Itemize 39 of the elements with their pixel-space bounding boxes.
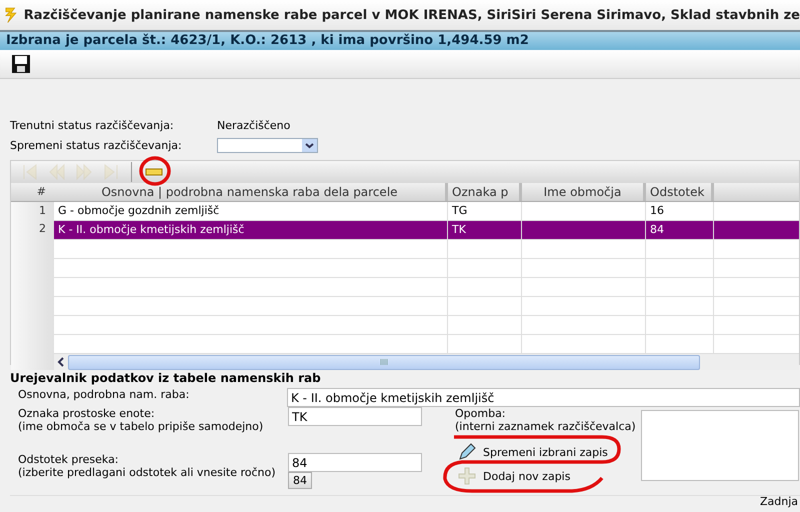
annotation-circle — [139, 156, 171, 186]
row-number: 1 — [38, 203, 47, 219]
status-label: Trenutni status razčiščevanja: — [10, 118, 175, 132]
scrollbar-thumb[interactable] — [68, 354, 700, 370]
field-hint: (izberite predlagani odstotek ali vnesite ročno) — [18, 466, 277, 479]
table-cell: TK — [452, 223, 466, 236]
table-cell: K - II. območje kmetijskih zemljišč — [58, 223, 244, 236]
editor-title: Urejevalnik podatkov iz tabele namenskih rab — [10, 370, 322, 385]
note-hint: (interni zaznamek razčiščevalca) — [455, 420, 637, 433]
table-cell: 16 — [650, 204, 664, 217]
table-cell: TG — [452, 204, 468, 217]
save-button[interactable] — [10, 53, 32, 75]
field-label: Oznaka prostoske enote: — [18, 407, 156, 420]
text-field[interactable]: TK — [288, 407, 422, 426]
window-title: Razčiščevanje planirane namenske rabe parcel v MOK IRENAS, SiriSiri Serena Sirimavo, Sklad stavbnih ze — [24, 8, 800, 22]
row-number: 2 — [38, 221, 47, 237]
table-cell: 84 — [650, 223, 664, 236]
add-record-button[interactable]: Dodaj nov zapis — [455, 466, 572, 486]
pencil-icon — [457, 442, 477, 462]
chevron-down-icon — [302, 138, 317, 152]
plus-icon — [457, 466, 477, 486]
table-cell: G - območje gozdnih zemljišč — [58, 204, 220, 217]
field-label: Odstotek preseka: — [18, 453, 120, 466]
column-header[interactable]: # — [11, 183, 54, 202]
field-label: Osnovna, podrobna nam. raba: — [18, 388, 190, 401]
status-dropdown[interactable] — [217, 138, 318, 152]
field-hint: (ime območa se v tabelo pripiše samodejno) — [18, 420, 264, 433]
suggestion-button[interactable]: 84 — [288, 472, 312, 489]
note-field[interactable] — [641, 410, 799, 481]
status-label: Spremeni status razčiščevanja: — [10, 138, 183, 152]
text-field[interactable]: 84 — [288, 453, 422, 472]
table-row[interactable]: K - II. območje kmetijskih zemljišč TK 84 — [54, 221, 799, 240]
edit-record-button[interactable]: Spremeni izbrani zapis — [455, 442, 610, 462]
table-row[interactable]: G - območje gozdnih zemljišč TG 16 — [54, 202, 799, 221]
info-bar: Izbrana je parcela št.: 4623/1, K.O.: 2613 , ki ima površino 1,494.59 m2 — [0, 32, 800, 50]
footer-text: Zadnja — [760, 495, 798, 508]
note-label: Opomba: — [455, 407, 507, 420]
text-field[interactable]: K - II. območje kmetijskih zemljišč — [287, 388, 800, 407]
status-value: Nerazčiščeno — [217, 118, 290, 132]
